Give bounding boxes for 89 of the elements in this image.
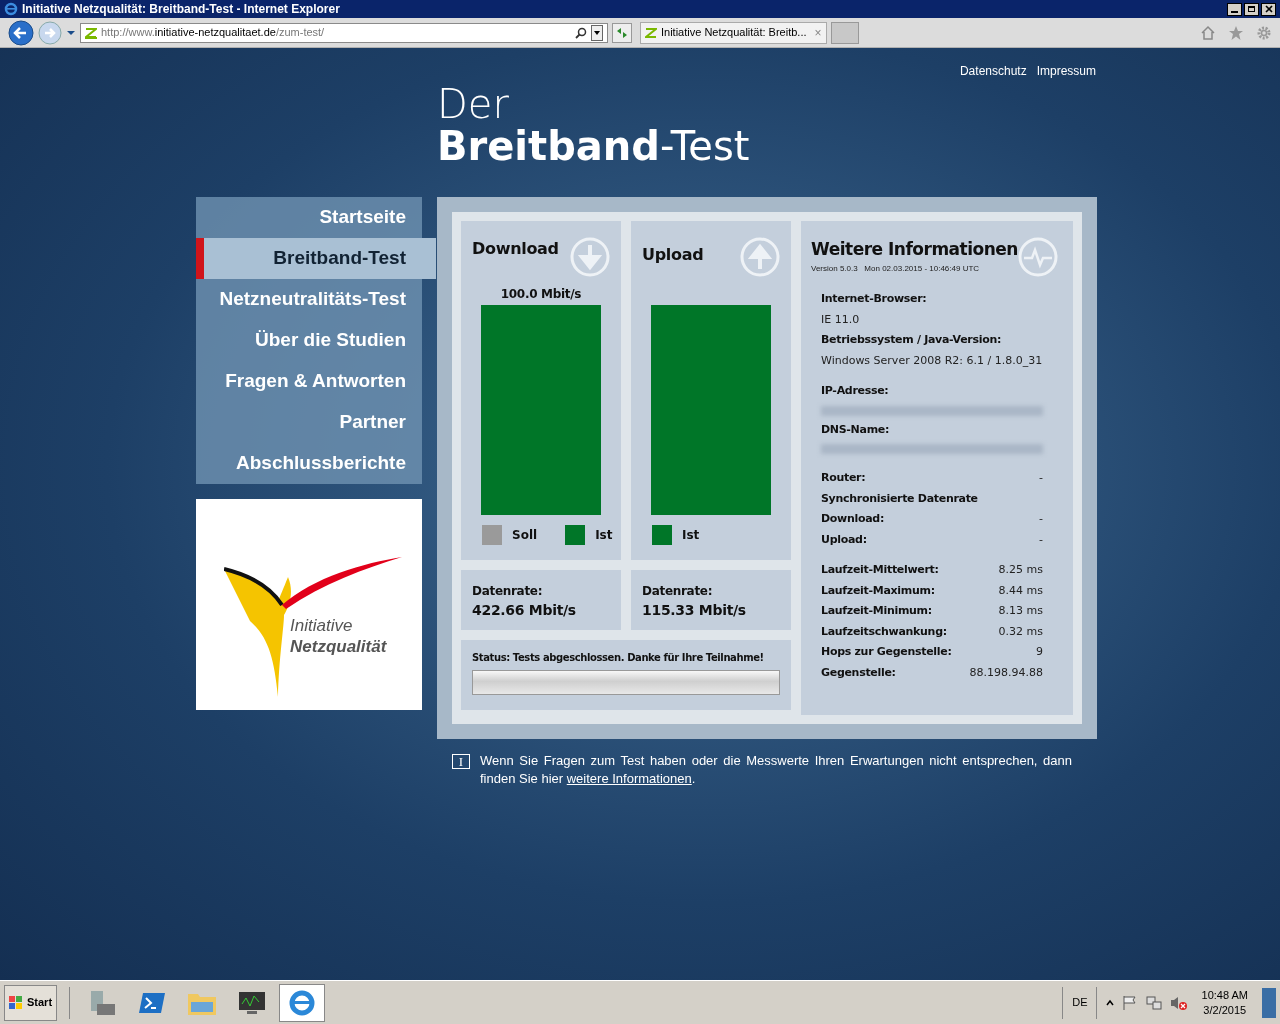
info-label: Betriebssystem / Java-Version: — [821, 332, 1003, 348]
windows-logo-icon — [9, 995, 23, 1010]
rate-value: 115.33 Mbit/s — [642, 601, 747, 620]
clock-time[interactable]: 10:48 AM — [1201, 987, 1248, 1003]
info-label: Upload: — [821, 531, 867, 548]
show-desktop-button[interactable] — [1262, 987, 1276, 1018]
start-button[interactable]: Start — [4, 984, 58, 1021]
status-text: Status: Tests abgeschlossen. Danke für Ihre Teilnahme! — [472, 651, 764, 665]
arrow-up-icon — [740, 237, 780, 277]
rate-label: Datenrate: — [642, 583, 714, 600]
nav-item[interactable]: Netzneutralitäts-Test — [196, 279, 422, 320]
back-icon[interactable] — [8, 19, 34, 46]
taskbar-app-button[interactable] — [279, 983, 326, 1022]
logo-text: Netzqualität — [290, 636, 387, 658]
minimize-button[interactable] — [1227, 2, 1242, 16]
info-note: Wenn Sie Fragen zum Test haben oder die Messwerte Ihren Erwartungen nicht entsprechen, dann finden Sie hier weitere Informationen. — [480, 752, 1072, 788]
info-icon: I — [452, 754, 470, 769]
info-value: - — [1039, 511, 1043, 527]
network-icon[interactable] — [1145, 994, 1162, 1011]
search-icon[interactable] — [575, 26, 587, 39]
info-value: 8.13 ms — [998, 603, 1043, 619]
test-title: Download — [472, 238, 559, 260]
logo-text: Initiative — [290, 615, 354, 637]
nav-item[interactable]: Über die Studien — [196, 320, 422, 361]
info-label: Gegenstelle: — [821, 664, 896, 681]
new-tab-button[interactable] — [830, 21, 859, 44]
info-value: 0.32 ms — [998, 623, 1043, 640]
info-label: IP-Adresse: — [821, 383, 890, 399]
footer-link[interactable]: Datenschutz — [959, 62, 1027, 80]
info-label: Download: — [821, 511, 884, 527]
site-logo-icon — [85, 26, 97, 39]
legend-label: Ist — [682, 527, 700, 544]
page-heading: Breitband-Test — [437, 126, 750, 166]
info-title: Weitere Informationen — [811, 238, 1018, 261]
info-value: Windows Server 2008 R2: 6.1 / 1.8.0_31 — [821, 352, 1043, 369]
rate-value: 422.66 Mbit/s — [472, 601, 577, 620]
info-value: IE 11.0 — [821, 311, 861, 328]
arrow-down-icon — [570, 237, 610, 277]
dropdown-icon[interactable] — [591, 24, 603, 41]
info-label: Router: — [821, 470, 866, 486]
info-value: 8.44 ms — [998, 582, 1043, 599]
browser-tab[interactable]: Initiative Netzqualität: Breitb... × — [640, 21, 827, 44]
site-logo-icon — [645, 26, 657, 39]
window-title: Initiative Netzqualität: Breitband-Test - Internet Explorer — [22, 1, 340, 18]
info-value: - — [1039, 531, 1043, 548]
footer-link[interactable]: Impressum — [1036, 62, 1096, 80]
rate-label: Datenrate: — [472, 583, 544, 600]
legend-label: Ist — [595, 527, 613, 544]
dropdown-icon[interactable] — [66, 28, 76, 37]
info-label: Laufzeit-Mittelwert: — [821, 562, 939, 578]
info-link[interactable]: weitere Informationen — [566, 771, 692, 786]
version-text: Version 5.0.3 Mon 02.03.2015 - 10:46:49 UTC — [811, 262, 981, 275]
close-button[interactable] — [1261, 2, 1276, 16]
info-value: 88.198.94.88 — [969, 664, 1043, 681]
clock-date[interactable]: 3/2/2015 — [1203, 1002, 1247, 1018]
settings-icon[interactable] — [1256, 24, 1272, 41]
powershell-icon — [138, 990, 167, 1015]
nav-item[interactable]: Fragen & Antworten — [196, 361, 422, 402]
info-label: Laufzeitschwankung: — [821, 623, 947, 640]
legend-label: Soll — [512, 527, 538, 544]
address-field[interactable]: http://www.initiative-netzqualitaet.de/zum-test/ — [80, 22, 608, 43]
monitor-icon — [237, 989, 268, 1016]
heading-line: Der — [437, 84, 510, 124]
language-indicator[interactable]: DE — [1072, 994, 1088, 1011]
info-value: 8.25 ms — [998, 562, 1043, 578]
info-value: - — [1039, 470, 1043, 486]
speaker-muted-icon[interactable] — [1169, 994, 1188, 1011]
info-label: Internet-Browser: — [821, 291, 928, 307]
home-icon[interactable] — [1200, 24, 1216, 41]
chevron-up-icon[interactable] — [1105, 998, 1114, 1007]
star-icon[interactable] — [1228, 24, 1244, 41]
target-value: 100.0 Mbit/s — [500, 286, 582, 303]
url-text: http://www.initiative-netzqualitaet.de/zum-test/ — [101, 25, 325, 41]
info-label: DNS-Name: — [821, 421, 891, 438]
browser-logo-icon — [4, 2, 18, 16]
info-label: Synchronisierte Datenrate — [821, 490, 979, 507]
info-label: Hops zur Gegenstelle: — [821, 644, 952, 660]
nav-item[interactable]: Breitband-Test — [196, 238, 436, 279]
restore-button[interactable] — [1244, 2, 1259, 16]
refresh-icon[interactable] — [612, 22, 632, 43]
info-label: Laufzeit-Maximum: — [821, 582, 935, 599]
nav-item[interactable]: Abschlussberichte — [196, 443, 422, 484]
flag-icon[interactable] — [1121, 994, 1138, 1011]
nav-item[interactable]: Partner — [196, 402, 422, 443]
test-title: Upload — [642, 244, 704, 266]
pulse-icon — [1018, 237, 1058, 277]
info-value: 9 — [1036, 644, 1043, 660]
info-label: Laufzeit-Minimum: — [821, 603, 932, 619]
nav-item[interactable]: Startseite — [196, 197, 422, 238]
